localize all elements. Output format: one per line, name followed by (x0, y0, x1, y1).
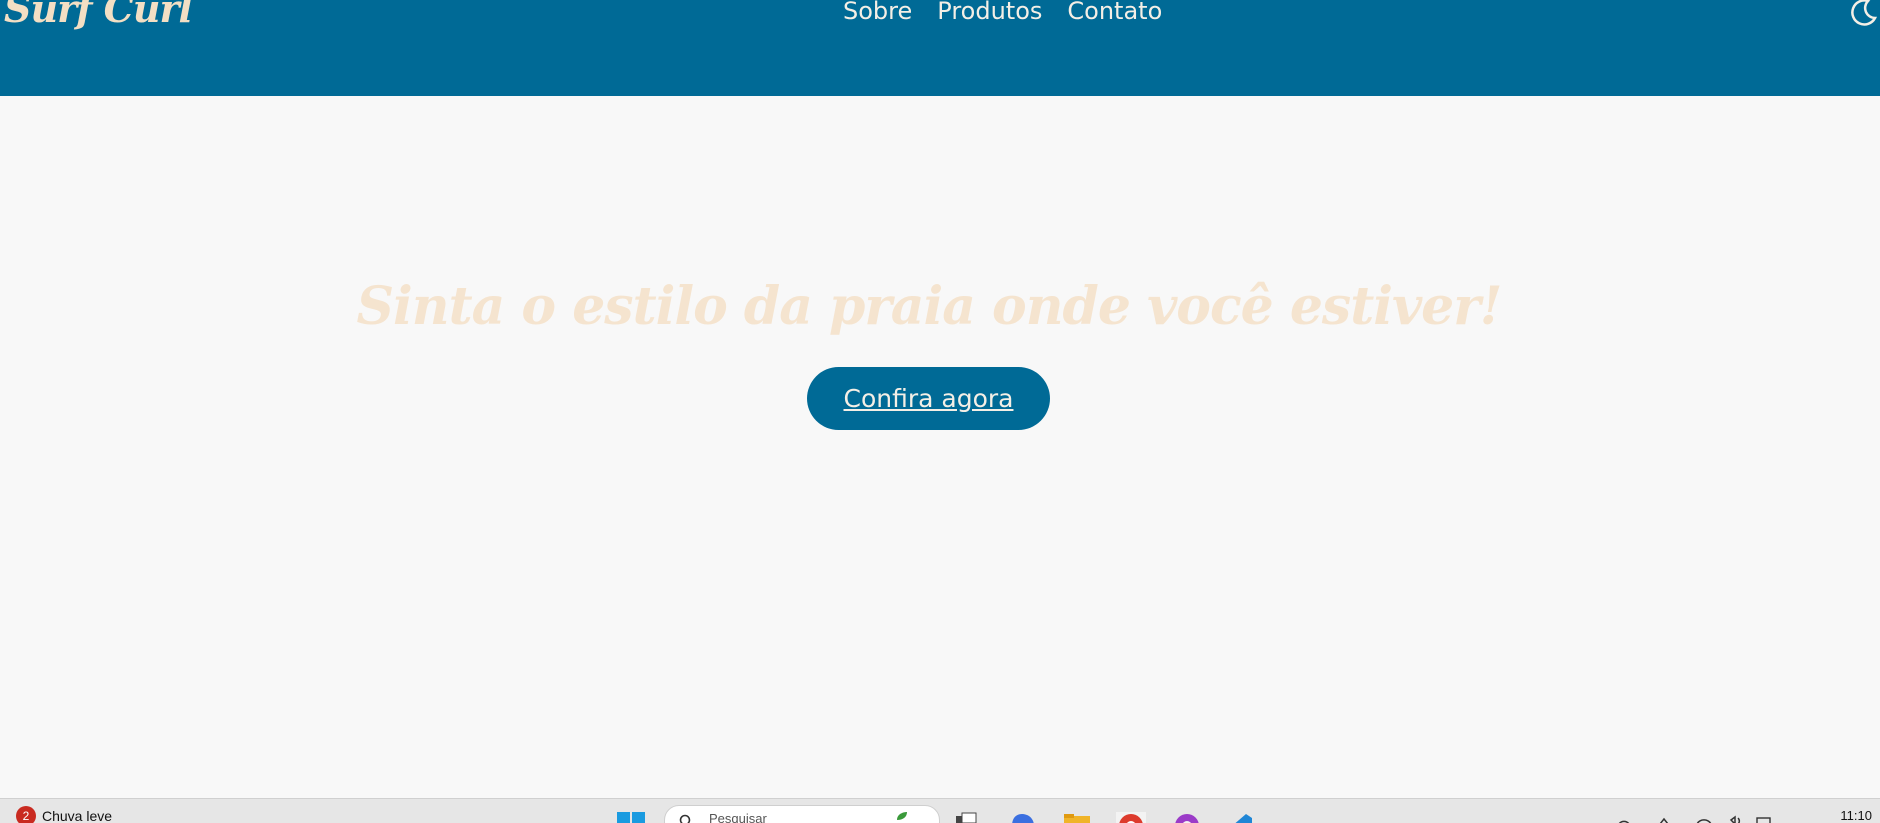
site-logo[interactable]: Surf Curl (4, 0, 192, 31)
moon-icon[interactable] (1848, 0, 1878, 28)
leaf-icon (895, 811, 909, 821)
podcast-icon[interactable] (1172, 812, 1202, 823)
copilot-icon[interactable] (1008, 812, 1038, 823)
windows-taskbar: 2 Chuva leve Pesquisar (0, 798, 1880, 823)
hero-title: Sinta o estilo da praia onde você estive… (0, 276, 1858, 337)
weather-badge-icon[interactable]: 2 (16, 806, 36, 823)
main-nav: Sobre Produtos Contato (843, 0, 1162, 25)
file-explorer-icon[interactable] (1062, 812, 1092, 823)
nav-link-contato[interactable]: Contato (1067, 0, 1162, 25)
windows-start-icon[interactable] (617, 812, 647, 823)
chrome-icon[interactable] (1116, 812, 1146, 823)
search-placeholder: Pesquisar (709, 811, 767, 823)
taskbar-search-box[interactable]: Pesquisar (664, 805, 940, 823)
nav-link-sobre[interactable]: Sobre (843, 0, 912, 25)
weather-text[interactable]: Chuva leve (42, 808, 112, 823)
task-view-icon[interactable] (952, 812, 982, 823)
site-header: Surf Curl Sobre Produtos Contato (0, 0, 1880, 96)
nav-link-produtos[interactable]: Produtos (937, 0, 1042, 25)
taskbar-clock[interactable]: 11:10 (1840, 808, 1872, 823)
vscode-icon[interactable] (1226, 812, 1256, 823)
confira-agora-button[interactable]: Confira agora (807, 367, 1050, 430)
